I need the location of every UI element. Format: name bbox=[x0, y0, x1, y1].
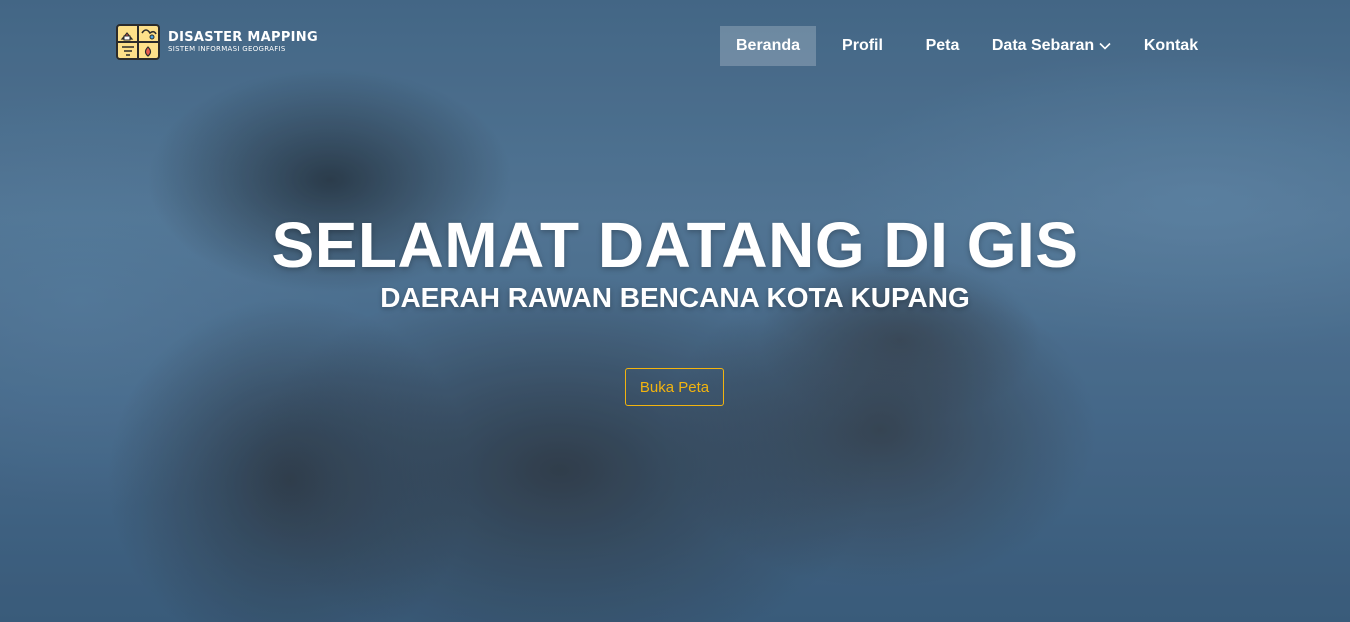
chevron-down-icon bbox=[1099, 42, 1111, 50]
hero-section: DISASTER MAPPING SISTEM INFORMASI GEOGRA… bbox=[0, 0, 1350, 622]
open-map-button[interactable]: Buka Peta bbox=[625, 368, 724, 406]
site-logo[interactable]: DISASTER MAPPING SISTEM INFORMASI GEOGRA… bbox=[116, 23, 318, 61]
disaster-mapping-logo-icon bbox=[116, 24, 160, 60]
site-header: DISASTER MAPPING SISTEM INFORMASI GEOGRA… bbox=[0, 0, 1350, 90]
logo-title: DISASTER MAPPING bbox=[168, 30, 318, 45]
nav-label: Data Sebaran bbox=[991, 37, 1095, 54]
nav-label: Beranda bbox=[735, 37, 801, 54]
nav-item-profil[interactable]: Profil bbox=[816, 26, 909, 66]
hero-title: SELAMAT DATANG DI GIS bbox=[271, 209, 1079, 281]
nav-item-beranda[interactable]: Beranda bbox=[720, 26, 816, 66]
main-nav: Beranda Profil Peta Data Sebaran Kontak bbox=[720, 26, 1215, 66]
logo-subtitle: SISTEM INFORMASI GEOGRAFIS bbox=[168, 45, 286, 53]
nav-item-peta[interactable]: Peta bbox=[909, 26, 976, 66]
hero-subtitle: DAERAH RAWAN BENCANA KOTA KUPANG bbox=[380, 282, 970, 313]
logo-text: DISASTER MAPPING SISTEM INFORMASI GEOGRA… bbox=[168, 31, 318, 53]
nav-item-kontak[interactable]: Kontak bbox=[1127, 26, 1215, 66]
nav-label: Peta bbox=[925, 37, 960, 54]
nav-label: Kontak bbox=[1143, 37, 1199, 54]
nav-item-data-sebaran[interactable]: Data Sebaran bbox=[976, 26, 1127, 66]
nav-label: Profil bbox=[842, 37, 883, 54]
